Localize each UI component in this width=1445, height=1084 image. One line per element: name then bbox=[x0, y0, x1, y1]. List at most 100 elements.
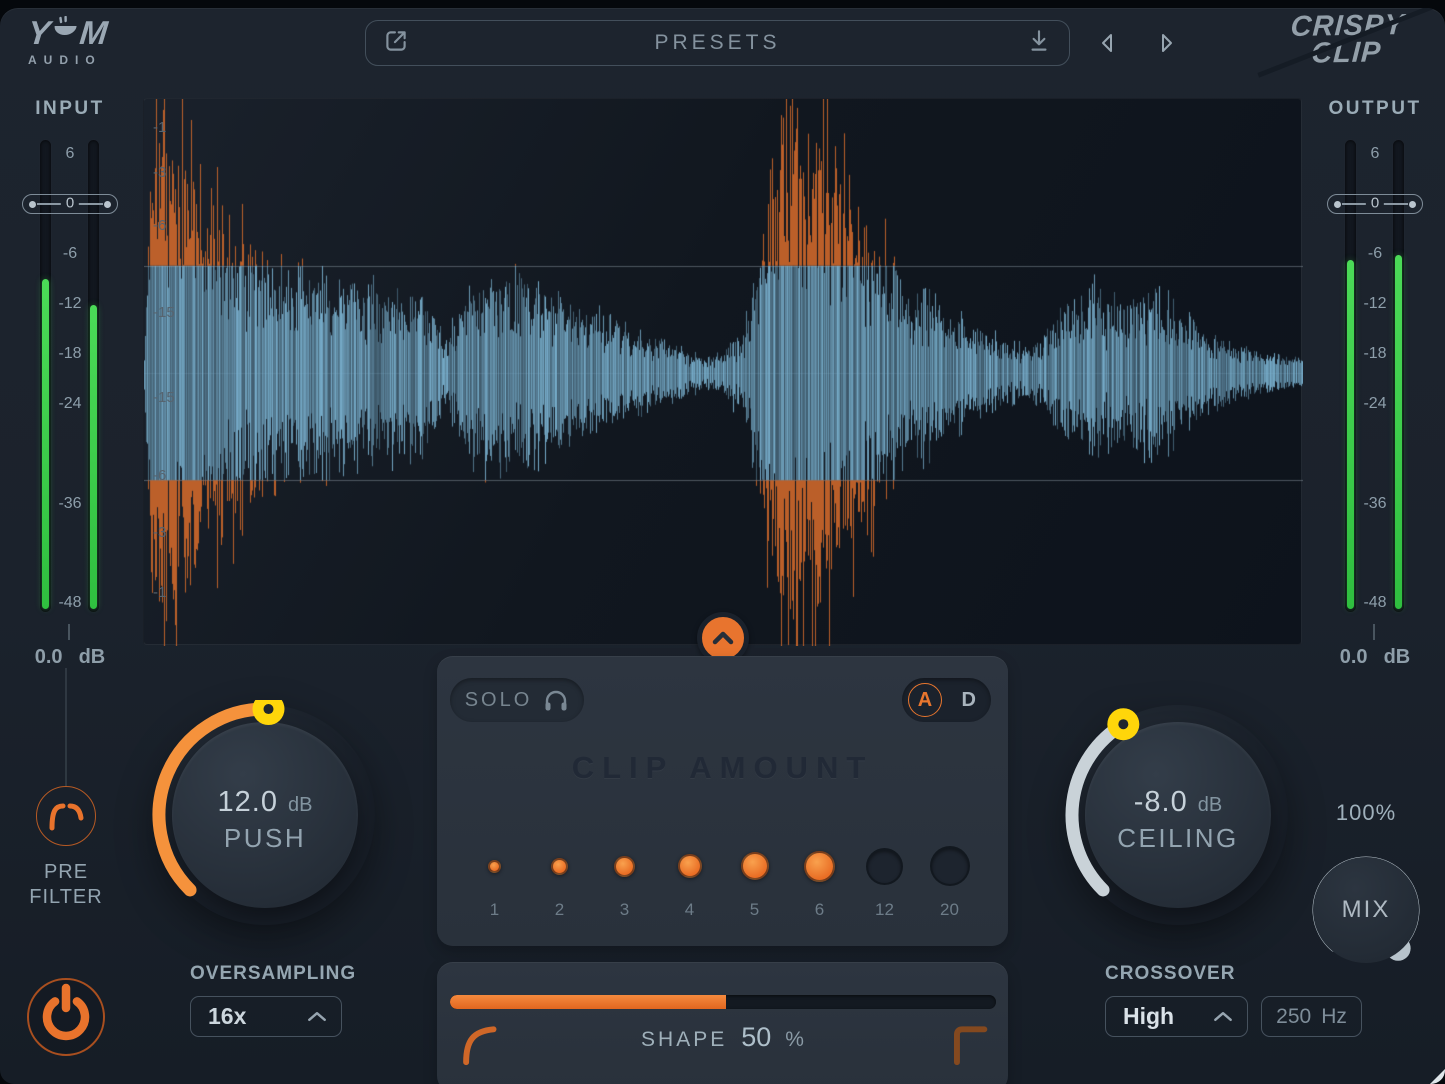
clip-step-dot[interactable] bbox=[804, 851, 835, 882]
solo-button[interactable]: SOLO bbox=[450, 678, 584, 722]
ceiling-unit: dB bbox=[1198, 794, 1222, 817]
wave-scale-label: -1 bbox=[153, 584, 166, 602]
crossover-frequency-field[interactable]: 250 Hz bbox=[1261, 996, 1362, 1037]
pre-filter-button[interactable] bbox=[36, 786, 96, 846]
plugin-window: Y M AUDIO PRESETS bbox=[0, 8, 1445, 1084]
input-level-left bbox=[42, 279, 49, 609]
output-tick: -12 bbox=[1327, 294, 1423, 314]
save-preset-icon[interactable] bbox=[1025, 27, 1053, 60]
hard-clip-icon[interactable] bbox=[946, 1018, 988, 1073]
push-label: PUSH bbox=[224, 823, 306, 854]
clip-step-dot[interactable] bbox=[614, 856, 635, 877]
output-tick: 6 bbox=[1327, 144, 1423, 164]
output-tick: -48 bbox=[1327, 593, 1423, 613]
clip-step[interactable]: 2 bbox=[527, 840, 592, 920]
clip-step-label: 1 bbox=[490, 900, 499, 920]
input-meter-title: INPUT bbox=[22, 98, 118, 120]
slider-dot-left bbox=[1334, 201, 1341, 208]
output-tick: -6 bbox=[1327, 244, 1423, 264]
ceiling-value: -8.0 bbox=[1134, 786, 1188, 819]
plugin-screenshot: Y M AUDIO PRESETS bbox=[0, 0, 1445, 1084]
shape-slider[interactable] bbox=[450, 995, 996, 1009]
ab-option-d[interactable]: D bbox=[962, 678, 976, 722]
wave-scale-label: -6 bbox=[153, 467, 166, 485]
shape-slider-fill bbox=[450, 995, 726, 1009]
shape-value: 50 bbox=[741, 1022, 771, 1053]
clip-step-dot[interactable] bbox=[866, 848, 903, 885]
crossover-mode-value: High bbox=[1123, 1003, 1174, 1030]
crispy-clip-logo: CRISPY CLIP bbox=[1270, 11, 1423, 69]
input-gain-slider[interactable]: 0 bbox=[22, 194, 118, 214]
clip-step-dot[interactable] bbox=[678, 854, 702, 878]
clip-step-label: 2 bbox=[555, 900, 564, 920]
window-resize-handle[interactable] bbox=[1430, 1069, 1445, 1084]
previous-preset-button[interactable] bbox=[1090, 28, 1124, 58]
output-meter-title: OUTPUT bbox=[1327, 98, 1423, 120]
input-tick: -36 bbox=[22, 494, 118, 514]
meter-bottom-tick bbox=[1373, 624, 1375, 640]
clip-step[interactable]: 4 bbox=[657, 840, 722, 920]
clip-step-dot[interactable] bbox=[488, 860, 501, 873]
input-tick: 6 bbox=[22, 144, 118, 164]
wave-scale-label: -6 bbox=[153, 217, 166, 235]
output-tick: -24 bbox=[1327, 394, 1423, 414]
power-button[interactable] bbox=[26, 977, 106, 1057]
clip-step-dot[interactable] bbox=[930, 846, 970, 886]
presets-bar[interactable]: PRESETS bbox=[365, 20, 1070, 66]
clip-step-label: 3 bbox=[620, 900, 629, 920]
waveform-canvas bbox=[144, 99, 1303, 646]
chevron-up-icon bbox=[1213, 1011, 1233, 1022]
wave-scale-label: -1 bbox=[153, 119, 166, 137]
clip-amount-panel: SOLO A D CLIP AMOUNT 1 2 3 4 5 6 12 20 bbox=[437, 656, 1008, 946]
clip-step-label: 4 bbox=[685, 900, 694, 920]
clip-step-dot[interactable] bbox=[551, 858, 568, 875]
output-gain-value: 0 bbox=[1366, 196, 1384, 212]
mix-knob[interactable]: MIX bbox=[1308, 852, 1424, 968]
ab-compare-toggle[interactable]: A D bbox=[902, 678, 991, 722]
chevron-up-icon bbox=[307, 1011, 327, 1022]
clip-step[interactable]: 12 bbox=[852, 840, 917, 920]
oversampling-value: 16x bbox=[208, 1003, 246, 1030]
next-preset-button[interactable] bbox=[1150, 28, 1184, 58]
pre-filter-label-line1: PRE bbox=[6, 860, 126, 885]
pre-filter-label-line2: FILTER bbox=[6, 885, 126, 910]
wave-scale-label: -3 bbox=[153, 164, 166, 182]
export-preset-icon[interactable] bbox=[382, 27, 410, 60]
ceiling-knob[interactable]: -8.0 dB CEILING bbox=[1063, 700, 1293, 930]
output-gain-slider[interactable]: 0 bbox=[1327, 194, 1423, 214]
ab-option-a[interactable]: A bbox=[908, 683, 942, 717]
slider-dot-right bbox=[104, 201, 111, 208]
clip-step-label: 5 bbox=[750, 900, 759, 920]
prefilter-connector-line bbox=[65, 668, 67, 786]
crossover-frequency-unit: Hz bbox=[1321, 1005, 1347, 1029]
wave-scale-label: -15 bbox=[153, 389, 175, 407]
clip-step[interactable]: 5 bbox=[722, 840, 787, 920]
shape-panel: SHAPE 50 % bbox=[437, 962, 1008, 1084]
oversampling-label: OVERSAMPLING bbox=[190, 963, 356, 985]
input-gain-value: 0 bbox=[61, 196, 79, 212]
input-meter: INPUT 6 -6 -12 -18 -24 -36 -48 0 0.0 dB bbox=[22, 98, 120, 678]
slider-dot-right bbox=[1409, 201, 1416, 208]
brand-logo: Y M AUDIO bbox=[28, 16, 148, 67]
power-icon bbox=[26, 977, 106, 1057]
oversampling-dropdown[interactable]: 16x bbox=[190, 996, 342, 1037]
crossover-mode-dropdown[interactable]: High bbox=[1105, 996, 1248, 1037]
presets-label: PRESETS bbox=[654, 31, 780, 55]
crossover-label: CROSSOVER bbox=[1105, 963, 1235, 985]
input-tick: -12 bbox=[22, 294, 118, 314]
clip-step[interactable]: 6 bbox=[787, 840, 852, 920]
clip-step[interactable]: 20 bbox=[917, 840, 982, 920]
push-value: 12.0 bbox=[218, 786, 278, 819]
wave-scale-label: -3 bbox=[153, 524, 166, 542]
input-tick: -24 bbox=[22, 394, 118, 414]
filter-curve-icon bbox=[42, 794, 90, 838]
bowl-icon bbox=[50, 16, 79, 48]
push-unit: dB bbox=[288, 794, 312, 817]
mix-readout: 100% bbox=[1308, 800, 1424, 826]
clip-amount-steps: 1 2 3 4 5 6 12 20 bbox=[462, 840, 982, 920]
clip-step[interactable]: 3 bbox=[592, 840, 657, 920]
clip-step-label: 6 bbox=[815, 900, 824, 920]
clip-step-dot[interactable] bbox=[741, 852, 769, 880]
push-knob[interactable]: 12.0 dB PUSH bbox=[150, 700, 380, 930]
clip-step[interactable]: 1 bbox=[462, 840, 527, 920]
